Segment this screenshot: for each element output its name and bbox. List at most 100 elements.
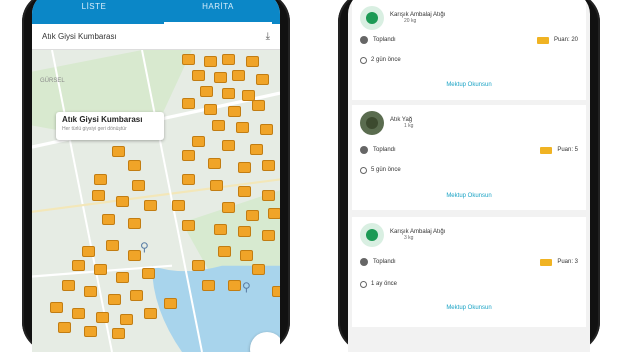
bin-marker-icon[interactable] [222,54,235,65]
bin-marker-icon[interactable] [212,120,225,131]
bin-marker-icon[interactable] [246,56,259,67]
bin-marker-icon[interactable] [214,224,227,235]
bin-marker-icon[interactable] [102,214,115,225]
bin-marker-icon[interactable] [240,250,253,261]
status-dot-icon [360,146,368,154]
bin-marker-icon[interactable] [72,308,85,319]
bin-marker-icon[interactable] [192,260,205,271]
tab-map[interactable]: HARİTA [156,0,280,24]
bin-marker-icon[interactable] [272,286,280,297]
bin-marker-icon[interactable] [246,210,259,221]
bin-marker-icon[interactable] [252,100,265,111]
bin-marker-icon[interactable] [164,298,177,309]
callout-subtitle: Her türlü giysiyi geri dönüştür [62,126,127,132]
bin-marker-icon[interactable] [208,158,221,169]
bin-marker-icon[interactable] [182,150,195,161]
recycle-bin-icon [360,223,384,247]
bin-marker-icon[interactable] [218,246,231,257]
bin-marker-icon[interactable] [236,122,249,133]
bin-marker-icon[interactable] [260,124,273,135]
location-pin-icon[interactable]: ⚲ [242,280,251,294]
map-screen: LİSTE HARİTA Atık Giysi Kumbarası ⤓ GÜRS… [32,0,280,352]
bin-marker-icon[interactable] [192,136,205,147]
bin-marker-icon[interactable] [116,272,129,283]
bin-marker-icon[interactable] [182,174,195,185]
download-arrow-icon[interactable]: ⤓ [266,31,270,42]
bin-marker-icon[interactable] [222,88,235,99]
bin-marker-icon[interactable] [192,70,205,81]
bin-marker-icon[interactable] [128,160,141,171]
bin-marker-icon[interactable] [84,286,97,297]
card-titles: Karışık Ambalaj Atığı 20 kg [390,12,445,24]
bin-marker-icon[interactable] [210,180,223,191]
bin-marker-icon[interactable] [62,280,75,291]
points-text: Puan: 20 [553,37,578,43]
card-title: Karışık Ambalaj Atığı [390,229,446,235]
map-view[interactable]: GÜRSEL ⚲ ⚲ Atık Giysi Kumbarası Her türl… [32,50,280,352]
bin-marker-icon[interactable] [232,70,245,81]
bin-marker-icon[interactable] [204,104,217,115]
bin-marker-icon[interactable] [228,106,241,117]
bin-marker-icon[interactable] [222,140,235,151]
card-header: Karışık Ambalaj Atığı 3 kg [360,223,445,247]
bin-marker-icon[interactable] [182,54,195,65]
points-text: Puan: 5 [557,147,578,153]
card-header: Karışık Ambalaj Atığı 20 kg [360,6,445,30]
bin-marker-icon[interactable] [182,220,195,231]
bin-marker-icon[interactable] [94,264,107,275]
bin-marker-icon[interactable] [106,240,119,251]
marker-callout[interactable]: Atık Giysi Kumbarası Her türlü giysiyi g… [56,112,164,140]
category-dropdown[interactable]: Atık Giysi Kumbarası ⤓ [32,24,280,50]
recycle-bin-icon [360,6,384,30]
bin-marker-icon[interactable] [92,190,105,201]
bin-marker-icon[interactable] [262,230,275,241]
bin-marker-icon[interactable] [262,160,275,171]
bin-marker-icon[interactable] [262,190,275,201]
card-action-link[interactable]: Mektup Okunsun [352,305,586,311]
truck-icon [540,258,553,266]
time-text: 2 gün önce [371,57,401,63]
bin-marker-icon[interactable] [94,174,107,185]
bin-marker-icon[interactable] [182,98,195,109]
bin-marker-icon[interactable] [172,200,185,211]
card-titles: Karışık Ambalaj Atığı 3 kg [390,229,445,241]
bin-marker-icon[interactable] [120,314,133,325]
bin-marker-icon[interactable] [200,86,213,97]
bin-marker-icon[interactable] [128,218,141,229]
bin-marker-icon[interactable] [50,302,63,313]
bin-marker-icon[interactable] [116,196,129,207]
bin-marker-icon[interactable] [214,72,227,83]
bin-marker-icon[interactable] [238,226,251,237]
location-pin-icon[interactable]: ⚲ [140,240,149,254]
bin-marker-icon[interactable] [238,162,251,173]
bin-marker-icon[interactable] [84,326,97,337]
time-text: 5 gün önce [371,167,401,173]
bin-marker-icon[interactable] [202,280,215,291]
bin-marker-icon[interactable] [108,294,121,305]
card-action-link[interactable]: Mektup Okunsun [352,193,586,199]
bin-marker-icon[interactable] [112,328,125,339]
bin-marker-icon[interactable] [204,56,217,67]
status-row: Toplandı Puan: 5 [360,145,578,155]
card-action-link[interactable]: Mektup Okunsun [352,82,586,88]
bin-marker-icon[interactable] [228,280,241,291]
bin-marker-icon[interactable] [144,200,157,211]
bin-marker-icon[interactable] [82,246,95,257]
bin-marker-icon[interactable] [58,322,71,333]
tab-bar: LİSTE HARİTA [32,0,280,24]
status-text: Toplandı [373,147,396,153]
bin-marker-icon[interactable] [250,144,263,155]
bin-marker-icon[interactable] [268,208,280,219]
bin-marker-icon[interactable] [142,268,155,279]
bin-marker-icon[interactable] [222,202,235,213]
bin-marker-icon[interactable] [132,180,145,191]
bin-marker-icon[interactable] [252,264,265,275]
bin-marker-icon[interactable] [256,74,269,85]
bin-marker-icon[interactable] [112,146,125,157]
bin-marker-icon[interactable] [238,186,251,197]
tab-list[interactable]: LİSTE [32,0,156,24]
bin-marker-icon[interactable] [96,312,109,323]
bin-marker-icon[interactable] [130,290,143,301]
bin-marker-icon[interactable] [144,308,157,319]
bin-marker-icon[interactable] [72,260,85,271]
